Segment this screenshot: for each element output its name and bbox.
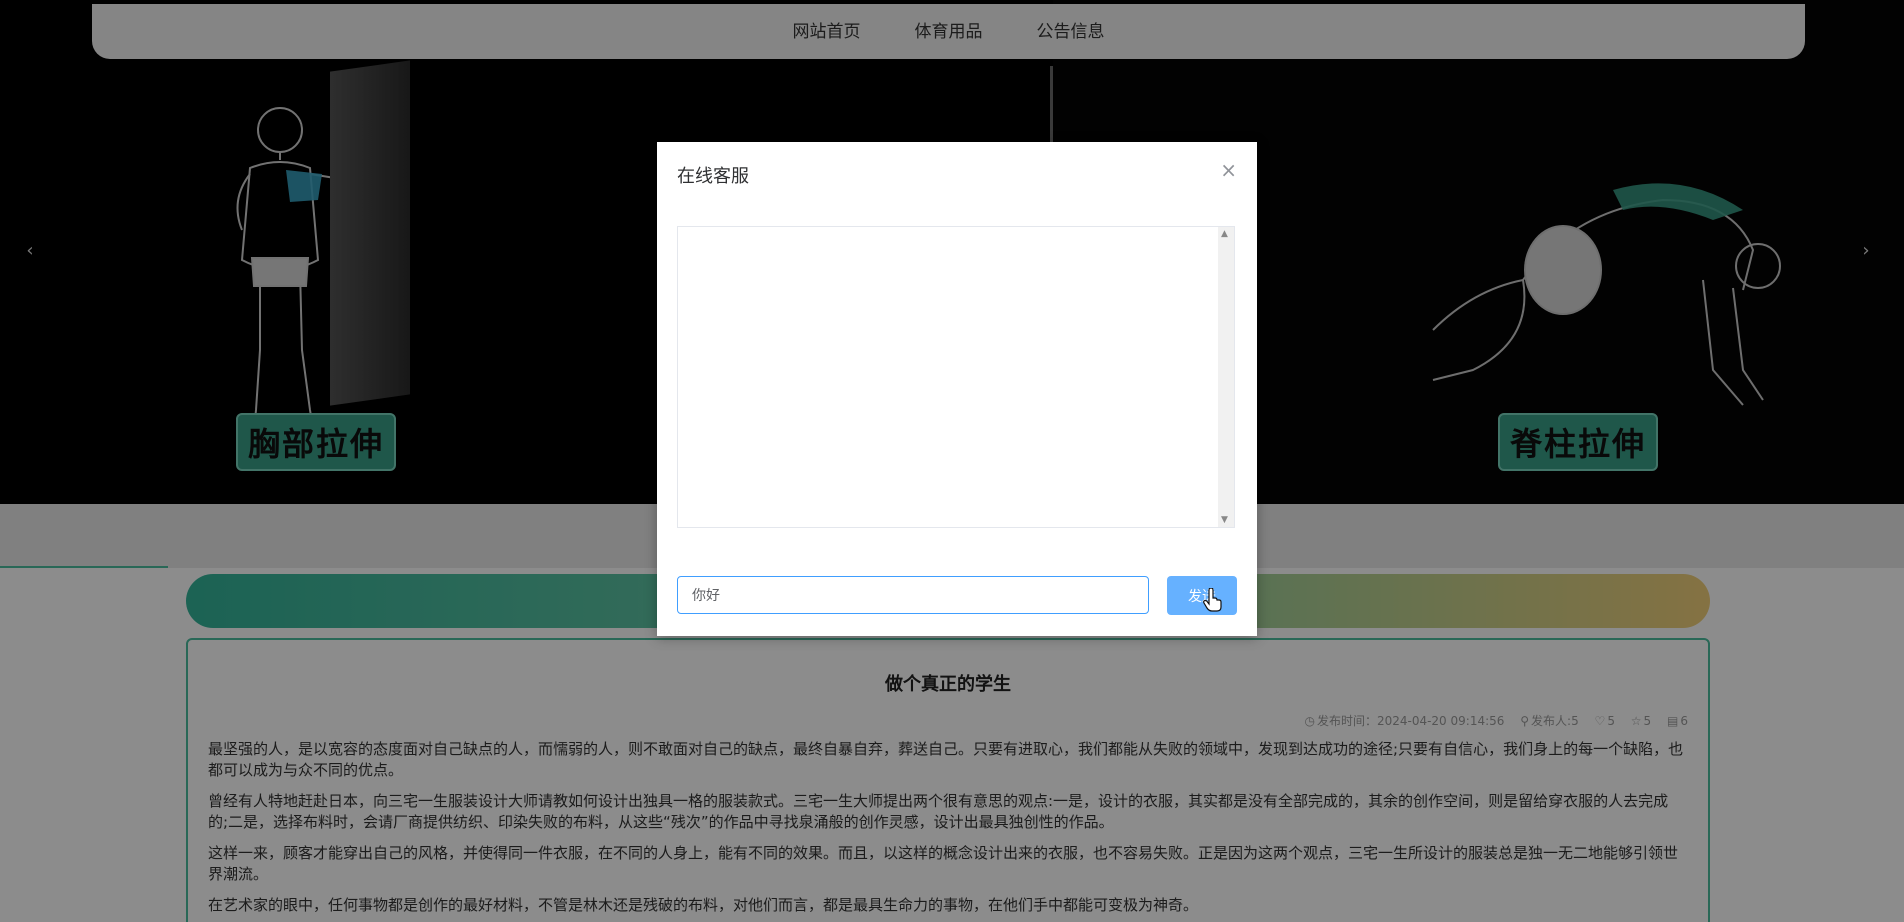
send-button[interactable]: 发送 <box>1167 576 1237 615</box>
customer-service-dialog: 在线客服 × ▲ ▼ 发送 <box>657 142 1257 636</box>
close-icon[interactable]: × <box>1220 158 1237 182</box>
chat-message-area[interactable]: ▲ ▼ <box>677 226 1235 528</box>
chat-scrollbar[interactable]: ▲ ▼ <box>1218 227 1234 527</box>
scroll-down-icon[interactable]: ▼ <box>1221 515 1228 525</box>
dialog-title: 在线客服 <box>677 166 749 187</box>
message-input[interactable] <box>677 576 1149 614</box>
scroll-up-icon[interactable]: ▲ <box>1221 229 1228 239</box>
